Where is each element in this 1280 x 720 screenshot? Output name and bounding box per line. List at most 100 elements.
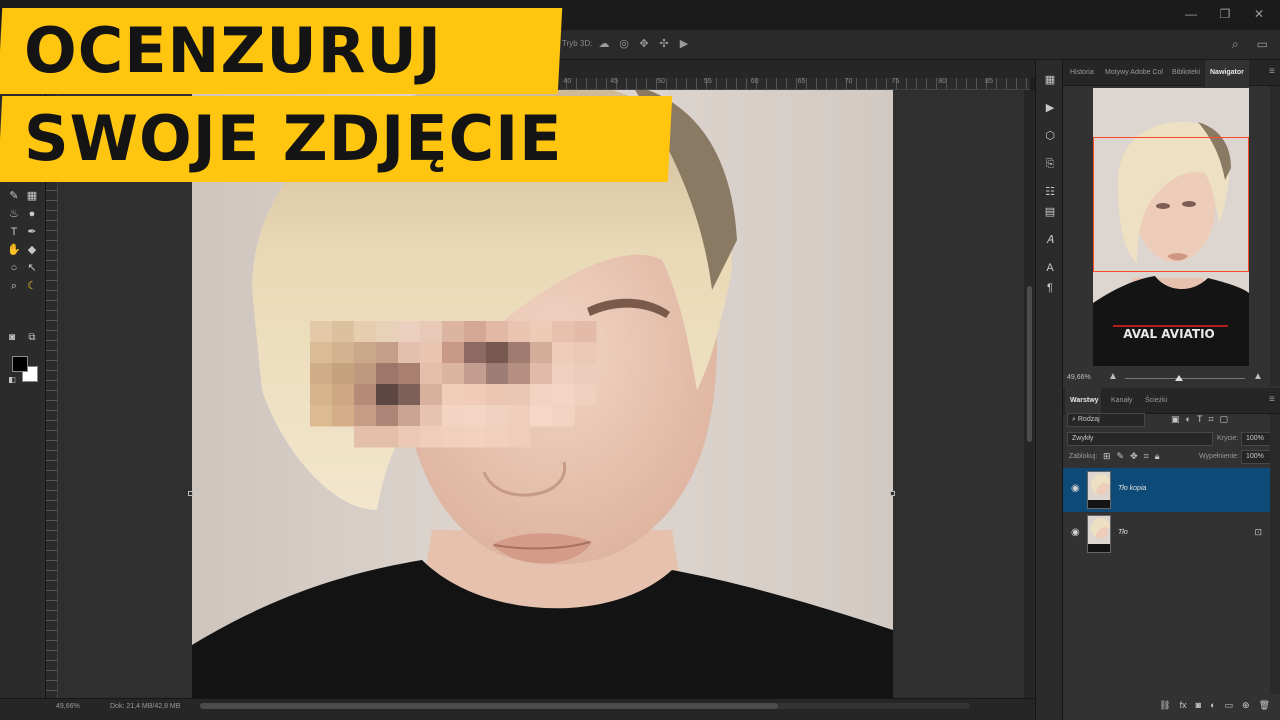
layers-scrollbar[interactable] — [1270, 414, 1280, 694]
mosaic-tile — [354, 384, 377, 406]
tab-history[interactable]: Historia — [1070, 69, 1094, 76]
tab-channels[interactable]: Kanały — [1111, 397, 1132, 404]
history-brush-icon[interactable]: ♨ — [6, 206, 22, 222]
camera-3d-icon[interactable]: ▶ — [678, 37, 690, 51]
mosaic-tile — [310, 342, 333, 364]
blur-icon[interactable]: ● — [24, 206, 40, 222]
lock-artboard-icon[interactable]: ⌗ — [1144, 451, 1149, 462]
layer-name[interactable]: Tło kopia — [1118, 485, 1146, 492]
grid-panel-icon[interactable]: ▦ — [1042, 72, 1058, 88]
paint-bucket-icon[interactable]: ◆ — [24, 242, 40, 258]
healing-brush-icon[interactable]: ✎ — [6, 188, 22, 204]
mosaic-tile — [486, 405, 509, 427]
mosaic-tile — [376, 321, 399, 343]
ruler-label: 60 — [750, 78, 759, 85]
horizontal-scrollbar[interactable] — [200, 703, 970, 709]
tab-paths[interactable]: Ścieżki — [1145, 397, 1167, 404]
tab-layers[interactable]: Warstwy — [1070, 397, 1099, 404]
character-icon[interactable]: A — [1042, 260, 1058, 276]
foreground-color-swatch[interactable] — [12, 356, 28, 372]
new-group-icon[interactable]: ▭ — [1225, 700, 1234, 720]
new-layer-icon[interactable]: ⊕ — [1242, 700, 1250, 720]
filter-type-icon[interactable]: T — [1197, 414, 1203, 425]
filter-shape-icon[interactable]: ⌗ — [1208, 414, 1213, 425]
hand-icon[interactable]: ✋ — [6, 242, 22, 258]
clone-source-icon[interactable]: ⎘ — [1042, 156, 1058, 172]
mosaic-tile — [530, 342, 553, 364]
layer-filter-select[interactable]: ⌕ Rodzaj — [1067, 413, 1145, 427]
tab-navigator[interactable]: Nawigator — [1210, 69, 1244, 76]
layer-filter-label: Rodzaj — [1077, 416, 1100, 423]
path-select-icon[interactable]: ↖ — [24, 260, 40, 276]
mosaic-tile — [354, 363, 377, 385]
layers-panel-menu-icon[interactable]: ≡ — [1269, 394, 1275, 405]
gradient-icon[interactable]: ▦ — [24, 188, 40, 204]
mosaic-tile — [508, 342, 531, 364]
screen-mode-icon[interactable]: ⧉ — [24, 330, 40, 346]
filter-smart-object-icon[interactable]: ▢ — [1220, 414, 1229, 425]
3d-cube-icon[interactable]: ⬡ — [1042, 128, 1058, 144]
mosaic-tile — [464, 363, 487, 385]
layer-style-icon[interactable]: fx — [1180, 700, 1187, 720]
minimize-icon[interactable]: — — [1184, 7, 1198, 21]
zoom-out-icon[interactable]: ▲ — [1108, 371, 1118, 382]
actions-play-icon[interactable]: ▶ — [1042, 100, 1058, 116]
type-icon[interactable]: T — [6, 224, 22, 240]
close-icon[interactable]: ✕ — [1252, 7, 1266, 21]
ellipse-icon[interactable]: ○ — [6, 260, 22, 276]
mosaic-tile — [508, 426, 531, 448]
layer-row-tlo-kopia[interactable]: ◉ Tło kopia — [1063, 468, 1270, 512]
transform-handle-left[interactable] — [188, 491, 193, 496]
navigator-zoom-value[interactable]: 49,66% — [1067, 374, 1091, 381]
pen-icon[interactable]: ✒ — [24, 224, 40, 240]
zoom-in-icon[interactable]: ▲ — [1253, 371, 1263, 382]
banana-icon[interactable]: ☾ — [24, 278, 40, 294]
layer-row-tlo[interactable]: ◉ Tło ⊡ — [1063, 512, 1270, 556]
mosaic-tile — [354, 321, 377, 343]
status-zoom[interactable]: 49,66% — [56, 703, 80, 710]
status-bar: 49,66% Dok: 21,4 MB/42,8 MB — [0, 698, 1035, 720]
layer-name[interactable]: Tło — [1118, 529, 1128, 536]
visibility-eye-icon[interactable]: ◉ — [1071, 483, 1080, 494]
vertical-scrollbar[interactable] — [1024, 90, 1035, 698]
ruler-label: 55 — [704, 78, 712, 85]
navigator-zoom-slider[interactable] — [1125, 375, 1245, 381]
delete-layer-icon[interactable]: 🗑︎ — [1259, 700, 1270, 720]
blend-mode-select[interactable]: Zwykły — [1067, 432, 1213, 446]
zoom-slider-knob[interactable] — [1175, 375, 1183, 381]
panel-menu-icon[interactable]: ≡ — [1269, 66, 1275, 77]
vertical-scroll-thumb[interactable] — [1027, 286, 1032, 442]
ruler-label: 65 — [797, 78, 806, 85]
layers-panel-tabs: Warstwy Kanały Ścieżki ≡ — [1063, 388, 1280, 414]
glyphs-icon[interactable]: 𝐴 — [1042, 232, 1058, 248]
zoom-icon[interactable]: ⌕ — [6, 278, 22, 294]
mosaic-tile — [310, 321, 333, 343]
adjustments-icon[interactable]: ▤ — [1042, 204, 1058, 220]
default-colors-icon[interactable]: ◧ — [4, 372, 20, 388]
lock-image-icon[interactable]: ✎ — [1117, 451, 1125, 462]
maximize-icon[interactable]: ❐ — [1218, 7, 1232, 21]
search-icon[interactable]: ⌕ — [1232, 37, 1239, 52]
lock-transparent-icon[interactable]: ⊞ — [1103, 451, 1111, 462]
mosaic-tile — [332, 384, 355, 406]
navigator-view-frame[interactable] — [1093, 137, 1249, 272]
lock-all-icon[interactable]: 🔒︎ — [1155, 451, 1160, 462]
workspace-icon[interactable]: ▭ — [1257, 37, 1268, 52]
properties-icon[interactable]: ☷ — [1042, 184, 1058, 200]
filter-pixel-icon[interactable]: ▣ — [1171, 414, 1180, 425]
horizontal-scroll-thumb[interactable] — [200, 703, 778, 709]
filter-adjustment-icon[interactable]: ◐ — [1186, 414, 1191, 425]
quick-mask-icon[interactable]: ◙ — [4, 330, 20, 346]
lock-position-icon[interactable]: ✥ — [1130, 451, 1138, 462]
tab-libraries[interactable]: Biblioteki — [1172, 69, 1200, 76]
new-adjustment-icon[interactable]: ◐ — [1210, 700, 1215, 720]
visibility-eye-icon[interactable]: ◉ — [1071, 527, 1080, 538]
add-mask-icon[interactable]: ◙ — [1196, 700, 1201, 720]
paragraph-icon[interactable]: ¶ — [1042, 280, 1058, 296]
mosaic-tile — [398, 426, 421, 448]
tab-adobe-color-themes[interactable]: Motywy Adobe Col — [1105, 69, 1163, 76]
mosaic-tile — [486, 426, 509, 448]
navigator-scrollbar[interactable] — [1270, 86, 1280, 386]
transform-handle-right[interactable] — [890, 491, 895, 496]
link-layers-icon[interactable]: ⛓ — [1159, 700, 1170, 720]
